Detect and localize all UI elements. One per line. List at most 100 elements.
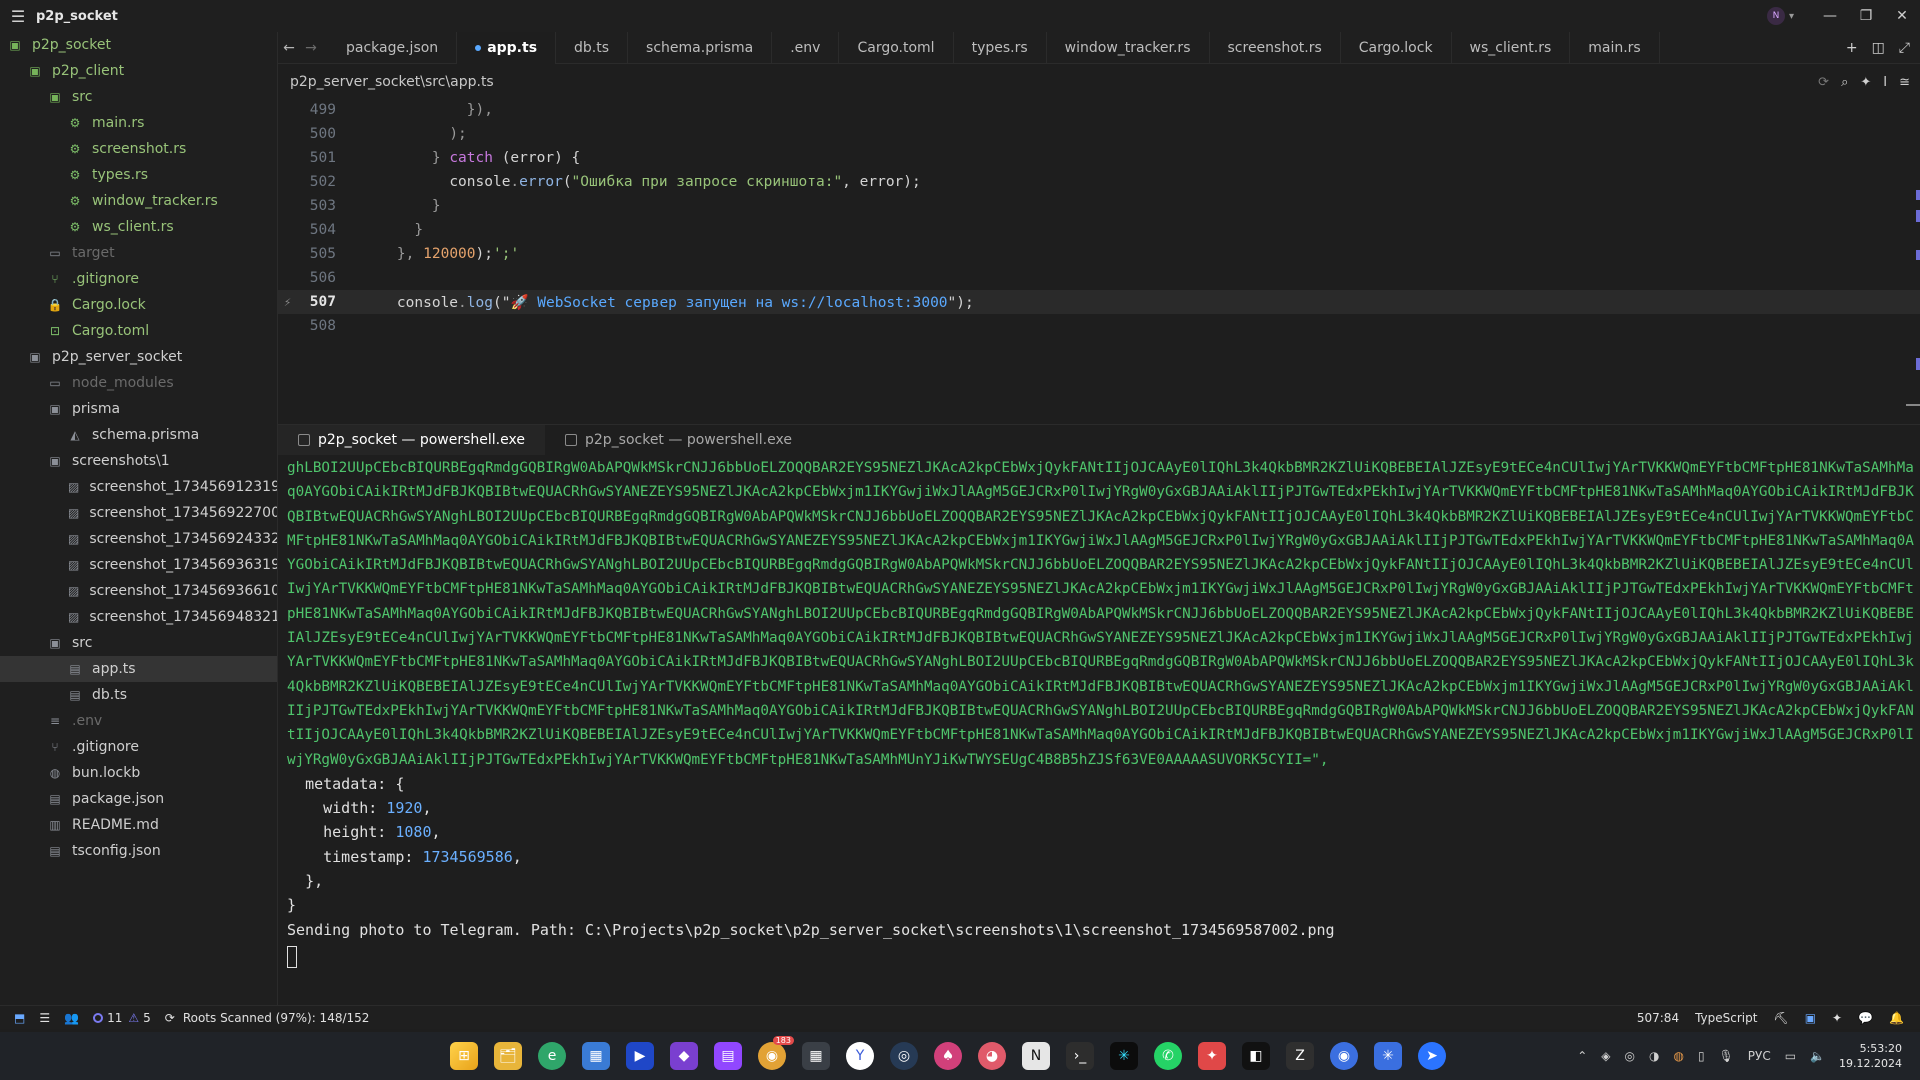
flame-app-icon[interactable]: ♠ — [934, 1042, 962, 1070]
terminal-output[interactable]: ghLBOI2UUpCEbcBIQURBEgqRmdgGQBIRgW0AbAPQ… — [278, 454, 1920, 1002]
tree-item[interactable]: ▤ app.ts — [0, 656, 277, 682]
back-arrow-icon[interactable]: ← — [278, 40, 300, 56]
outline-icon[interactable]: ☰ — [39, 1011, 50, 1025]
twitch-icon[interactable]: ▤ — [714, 1042, 742, 1070]
tree-item[interactable]: ▣ p2p_socket — [0, 32, 277, 58]
tree-item[interactable]: ▨ screenshot_1734569123191 — [0, 474, 277, 500]
editor-tab[interactable]: package.json — [328, 31, 458, 64]
tree-item[interactable]: ▣ screenshots\1 — [0, 448, 277, 474]
discord-icon[interactable]: ◕ — [978, 1042, 1006, 1070]
cursor-icon[interactable]: I — [1883, 75, 1887, 90]
tray-app-icon[interactable]: ◈ — [1601, 1049, 1610, 1063]
editor-tab[interactable]: screenshot.rs — [1210, 31, 1341, 64]
tree-item[interactable]: ▣ prisma — [0, 396, 277, 422]
code-line[interactable]: 506 — [278, 266, 1920, 290]
bell-icon[interactable]: 🔔 — [1889, 1011, 1904, 1025]
video-app-icon[interactable]: ▶ — [626, 1042, 654, 1070]
breadcrumb-path[interactable]: p2p_server_socket\src\app.ts — [290, 74, 494, 90]
battery-icon[interactable]: ▯ — [1698, 1049, 1705, 1063]
editor-tab[interactable]: app.ts — [457, 31, 557, 64]
ide-icon[interactable]: ✳ — [1374, 1042, 1402, 1070]
tree-item[interactable]: ⊡ Cargo.toml — [0, 318, 277, 344]
split-pane-icon[interactable]: ◫ — [1872, 40, 1885, 56]
lightning-icon[interactable]: ⚡ — [284, 295, 291, 309]
tree-item[interactable]: ⚙ main.rs — [0, 110, 277, 136]
calendar-icon[interactable]: ▦ — [802, 1042, 830, 1070]
tree-item[interactable]: ≡ .env — [0, 708, 277, 734]
tree-item[interactable]: ⚙ screenshot.rs — [0, 136, 277, 162]
keyboard-language[interactable]: РУС — [1748, 1049, 1771, 1063]
code-line[interactable]: 504 } — [278, 218, 1920, 242]
whatsapp-icon[interactable]: ✆ — [1154, 1042, 1182, 1070]
notion-icon[interactable]: N — [1022, 1042, 1050, 1070]
tree-item[interactable]: ▤ db.ts — [0, 682, 277, 708]
tree-item[interactable]: ▨ screenshot_1734569366105 — [0, 578, 277, 604]
messenger-icon[interactable]: ◉ — [1330, 1042, 1358, 1070]
tree-item[interactable]: 🔒 Cargo.lock — [0, 292, 277, 318]
collab-icon[interactable]: 👥 — [64, 1011, 79, 1025]
project-icon[interactable]: ⬒ — [14, 1011, 25, 1025]
maximize-button[interactable]: ❐ — [1848, 8, 1884, 24]
windows-start-icon[interactable]: ⊞ — [450, 1042, 478, 1070]
safari-like-icon[interactable]: ➤ — [1418, 1042, 1446, 1070]
clock[interactable]: 5:53:20 19.12.2024 — [1839, 1041, 1902, 1071]
avatar[interactable]: N — [1766, 7, 1785, 25]
design-app-icon[interactable]: ✦ — [1198, 1042, 1226, 1070]
search-icon[interactable]: ⌕ — [1841, 75, 1848, 90]
run-icon[interactable]: ⛏ — [1773, 1011, 1788, 1025]
scrollbar-thumb[interactable] — [1906, 404, 1920, 406]
tree-item[interactable]: ▣ src — [0, 84, 277, 110]
editor-tab[interactable]: ws_client.rs — [1452, 31, 1571, 64]
settings-sliders-icon[interactable]: ≅ — [1899, 75, 1910, 90]
tree-item[interactable]: ▣ p2p_server_socket — [0, 344, 277, 370]
cursor-position[interactable]: 507:84 — [1637, 1011, 1679, 1025]
language-mode[interactable]: TypeScript — [1695, 1011, 1757, 1025]
terminal-tab[interactable]: p2p_socket — powershell.exe — [545, 425, 812, 455]
new-tab-icon[interactable]: + — [1846, 40, 1858, 56]
chevron-down-icon[interactable]: ▾ — [1789, 11, 1794, 22]
chrome-icon[interactable]: ◉ 183 — [758, 1036, 794, 1070]
editor-tab[interactable]: Cargo.lock — [1341, 31, 1452, 64]
tree-item[interactable]: ▤ tsconfig.json — [0, 838, 277, 864]
store-icon[interactable]: ▦ — [582, 1042, 610, 1070]
tree-item[interactable]: ⑂ .gitignore — [0, 734, 277, 760]
tree-item[interactable]: ▨ screenshot_1734569483214 — [0, 604, 277, 630]
code-editor[interactable]: 499 }), 500 ); 501 } catch (error) {502 co… — [278, 100, 1920, 422]
tree-item[interactable]: ▣ src — [0, 630, 277, 656]
terminal-tab[interactable]: p2p_socket — powershell.exe — [278, 424, 545, 455]
network-icon[interactable]: ▭ — [1785, 1049, 1796, 1063]
tree-item[interactable]: ▤ package.json — [0, 786, 277, 812]
tree-item[interactable]: ◍ bun.lockb — [0, 760, 277, 786]
editor-tab[interactable]: main.rs — [1570, 31, 1660, 64]
tree-item[interactable]: ⚙ types.rs — [0, 162, 277, 188]
code-line[interactable]: ⚡ 507 console.log("🚀 WebSocket сервер зап… — [278, 290, 1920, 314]
forward-arrow-icon[interactable]: → — [300, 40, 322, 56]
chat-icon[interactable]: 💬 — [1858, 1011, 1873, 1025]
code-line[interactable]: 505 }, 120000);';' — [278, 242, 1920, 266]
refresh-icon[interactable]: ⟳ — [1818, 75, 1829, 90]
editor-tab[interactable]: .env — [772, 31, 840, 64]
hamburger-menu-icon[interactable]: ☰ — [0, 7, 36, 26]
app-tray-icon[interactable]: ◍ — [1673, 1049, 1683, 1063]
tree-item[interactable]: ⑂ .gitignore — [0, 266, 277, 292]
editor-tab[interactable]: window_tracker.rs — [1047, 31, 1210, 64]
assistant-icon[interactable]: ✦ — [1832, 1011, 1842, 1025]
tray-expand-icon[interactable]: ⌃ — [1577, 1049, 1587, 1063]
tree-item[interactable]: ▣ p2p_client — [0, 58, 277, 84]
tree-item[interactable]: ◭ schema.prisma — [0, 422, 277, 448]
terminal-icon[interactable]: ▣ — [1805, 1011, 1816, 1025]
cursor-editor-icon[interactable]: ✳ — [1110, 1042, 1138, 1070]
code-line[interactable]: 508 — [278, 314, 1920, 338]
obsidian-icon[interactable]: ◆ — [670, 1042, 698, 1070]
tree-item[interactable]: ⚙ window_tracker.rs — [0, 188, 277, 214]
code-line[interactable]: 501 } catch (error) { — [278, 146, 1920, 170]
zed-editor-icon[interactable]: Z — [1286, 1042, 1314, 1070]
terminal-app-icon[interactable]: ›_ — [1066, 1042, 1094, 1070]
editor-tab[interactable]: schema.prisma — [628, 31, 773, 64]
edge-browser-icon[interactable]: e — [538, 1042, 566, 1070]
microphone-icon[interactable]: 🎙 — [1719, 1049, 1734, 1063]
tree-item[interactable]: ▭ node_modules — [0, 370, 277, 396]
code-line[interactable]: 502 console.error("Ошибка при запросе ск… — [278, 170, 1920, 194]
steam-icon[interactable]: ◎ — [890, 1042, 918, 1070]
tree-item[interactable]: ▥ README.md — [0, 812, 277, 838]
